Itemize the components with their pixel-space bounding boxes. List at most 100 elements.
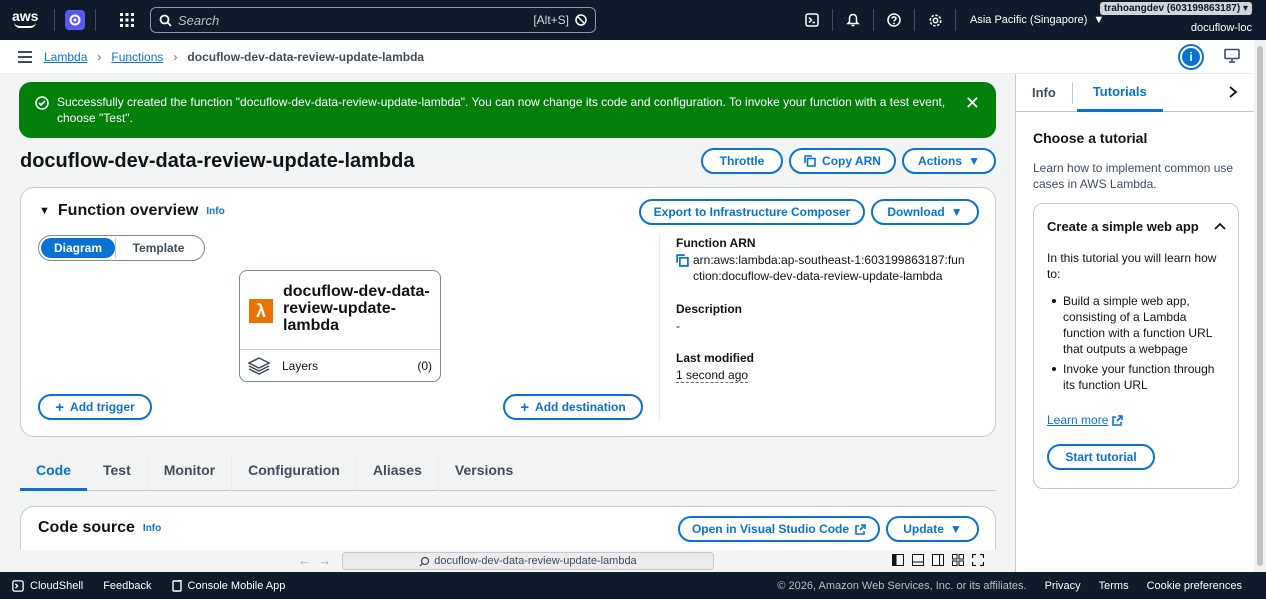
tutorial-intro: In this tutorial you will learn how to: — [1047, 251, 1217, 281]
help-panel-tabs: Info Tutorials — [1016, 74, 1254, 112]
terms-link[interactable]: Terms — [1099, 580, 1129, 592]
cloudshell-icon — [12, 579, 24, 592]
global-search-input[interactable]: Search [Alt+S] — [150, 7, 596, 33]
account-menu[interactable]: trahoangdev (603199863187) ▾ docuflow-lo… — [1100, 0, 1252, 34]
description-section: Description - — [676, 302, 742, 334]
description-label: Description — [676, 302, 743, 316]
notifications-bell-icon[interactable] — [833, 0, 873, 40]
throttle-button[interactable]: Throttle — [701, 148, 783, 174]
last-modified-label: Last modified — [676, 351, 755, 365]
menu-hamburger-icon[interactable] — [18, 50, 32, 63]
copyright-text: © 2026, Amazon Web Services, Inc. or its… — [777, 579, 1027, 592]
chevron-up-icon[interactable] — [1214, 222, 1226, 230]
tab-test[interactable]: Test — [87, 456, 148, 491]
page-scrollbar[interactable] — [1254, 40, 1266, 572]
function-overview-card: ▼ Function overview Info Export to Infra… — [20, 187, 996, 437]
clear-search-icon[interactable] — [575, 14, 587, 26]
search-icon — [159, 14, 172, 27]
editor-search-text: docuflow-dev-data-review-update-lambda — [434, 555, 637, 567]
chevron-right-icon[interactable] — [1228, 86, 1238, 98]
tab-versions[interactable]: Versions — [439, 456, 529, 491]
service-app-icon[interactable] — [65, 10, 85, 30]
settings-gear-icon[interactable] — [915, 0, 955, 40]
add-destination-button[interactable]: + Add destination — [503, 394, 643, 420]
account-id: trahoangdev (603199863187) ▾ — [1100, 2, 1252, 15]
services-grid-icon[interactable] — [120, 13, 134, 27]
tab-monitor[interactable]: Monitor — [148, 456, 233, 491]
help-icon[interactable] — [874, 0, 914, 40]
info-panel-toggle-icon[interactable]: i — [1180, 46, 1202, 68]
external-link-icon — [855, 523, 866, 535]
privacy-link[interactable]: Privacy — [1045, 580, 1081, 592]
breadcrumb-current: docuflow-dev-data-review-update-lambda — [187, 49, 425, 64]
export-composer-button[interactable]: Export to Infrastructure Composer — [639, 199, 865, 225]
breadcrumb-lambda[interactable]: Lambda — [44, 50, 87, 64]
editor-layout-controls — [892, 554, 984, 566]
toggle-sidebar-icon[interactable] — [892, 554, 904, 566]
external-link-icon — [1112, 414, 1124, 426]
info-link[interactable]: Info — [143, 523, 161, 534]
function-overview-header[interactable]: ▼ Function overview Info — [39, 202, 225, 220]
mobile-app-link[interactable]: Console Mobile App — [171, 579, 285, 592]
search-placeholder: Search — [178, 12, 220, 28]
function-arn-section: Function ARN arn:aws:lambda:ap-southeast… — [676, 236, 968, 284]
last-modified-section: Last modified 1 second ago — [676, 351, 754, 383]
tab-info[interactable]: Info — [1016, 74, 1072, 112]
editor-title-bar: ← → docuflow-dev-data-review-update-lamb… — [20, 550, 996, 572]
editor-command-search[interactable]: docuflow-dev-data-review-update-lambda — [342, 552, 714, 570]
last-modified-value[interactable]: 1 second ago — [676, 368, 749, 383]
list-item: Invoke your function through its functio… — [1047, 361, 1227, 393]
list-item: Build a simple web app, consisting of a … — [1047, 293, 1227, 357]
function-tabs: Code Test Monitor Configuration Aliases … — [20, 456, 996, 491]
download-dropdown[interactable]: Download ▼ — [871, 199, 979, 225]
aws-logo[interactable]: aws — [12, 8, 44, 32]
region-label: Asia Pacific (Singapore) — [970, 14, 1088, 26]
feedback-link[interactable]: Feedback — [103, 580, 151, 592]
open-vscode-button[interactable]: Open in Visual Studio Code — [678, 516, 880, 542]
layers-row[interactable]: Layers (0) — [240, 349, 440, 382]
cookie-preferences-link[interactable]: Cookie preferences — [1147, 580, 1242, 592]
layers-label: Layers — [282, 359, 319, 373]
editor-nav-arrows[interactable]: ← → — [298, 553, 331, 568]
split-editor-icon[interactable] — [932, 554, 944, 566]
region-selector[interactable]: Asia Pacific (Singapore) ▼ — [970, 14, 1104, 26]
top-navigation: aws Search [Alt+S] Asia Pacific (Singapo… — [0, 0, 1266, 40]
copy-arn-button[interactable]: Copy ARN — [789, 148, 896, 174]
tab-tutorials[interactable]: Tutorials — [1076, 74, 1163, 112]
plus-icon: + — [55, 398, 65, 416]
template-toggle[interactable]: Template — [115, 238, 201, 258]
lambda-icon: λ — [249, 299, 273, 323]
cloudshell-icon[interactable] — [792, 0, 832, 40]
update-dropdown[interactable]: Update ▼ — [886, 516, 979, 542]
chevron-right-icon: › — [173, 49, 178, 64]
maximize-icon[interactable] — [972, 554, 984, 566]
search-icon — [419, 556, 430, 566]
mobile-icon — [171, 579, 182, 592]
copy-icon — [804, 155, 816, 167]
customize-layout-icon[interactable] — [952, 554, 964, 566]
learn-more-link[interactable]: Learn more — [1047, 413, 1124, 427]
actions-dropdown[interactable]: Actions ▼ — [902, 148, 996, 174]
help-panel: Info Tutorials Choose a tutorial Learn h… — [1015, 74, 1254, 572]
start-tutorial-button[interactable]: Start tutorial — [1047, 444, 1155, 470]
info-link[interactable]: Info — [206, 206, 224, 217]
function-diagram-node[interactable]: λ docuflow-dev-data-review-update-lambda… — [239, 270, 441, 382]
function-node-name: docuflow-dev-data-review-update-lambda — [283, 283, 430, 334]
success-check-icon — [35, 96, 49, 110]
toggle-panel-icon[interactable] — [912, 554, 924, 566]
tutorial-bullets: Build a simple web app, consisting of a … — [1047, 293, 1227, 397]
tab-aliases[interactable]: Aliases — [357, 456, 439, 491]
cloudshell-button[interactable]: CloudShell — [12, 580, 83, 592]
tab-code[interactable]: Code — [20, 456, 87, 491]
tutorial-heading: Choose a tutorial — [1033, 130, 1148, 146]
tab-configuration[interactable]: Configuration — [232, 456, 357, 491]
breadcrumb-functions[interactable]: Functions — [111, 50, 163, 64]
copy-arn-icon[interactable] — [676, 254, 689, 267]
close-icon[interactable]: ✕ — [965, 94, 980, 126]
diagram-toggle[interactable]: Diagram — [41, 238, 115, 258]
add-trigger-button[interactable]: + Add trigger — [38, 394, 152, 420]
feedback-icon[interactable] — [1224, 48, 1240, 64]
tutorial-card-title[interactable]: Create a simple web app — [1047, 219, 1199, 234]
console-footer: CloudShell Feedback Console Mobile App ©… — [0, 572, 1266, 599]
plus-icon: + — [520, 398, 530, 416]
